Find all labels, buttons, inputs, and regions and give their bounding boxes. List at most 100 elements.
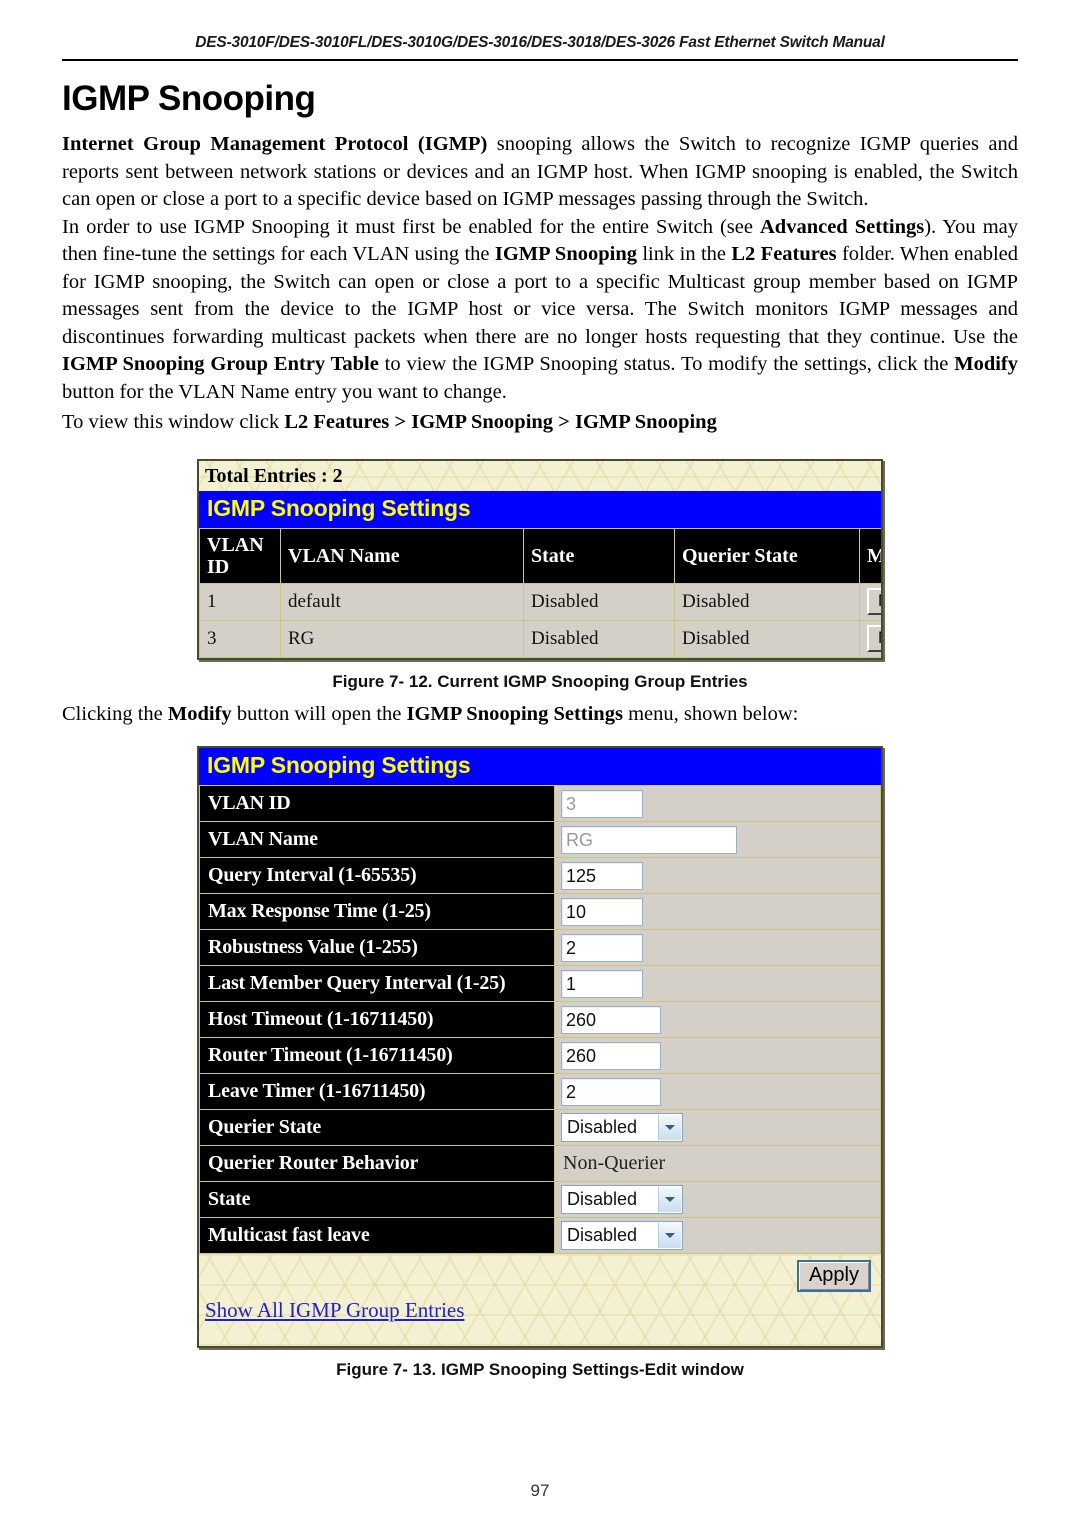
form-row-querier-state: Querier State Disabled — [199, 1109, 881, 1146]
chevron-down-icon[interactable] — [658, 1223, 681, 1248]
p2-seg-f: button for the VLAN Name entry you want … — [62, 380, 507, 403]
form-row-max-response-time: Max Response Time (1-25) 10 — [199, 893, 881, 930]
p2-bold-l2-features: L2 Features — [731, 243, 837, 265]
figure-caption-7-12: Figure 7- 12. Current IGMP Snooping Grou… — [332, 671, 748, 691]
state-select[interactable]: Disabled — [561, 1185, 683, 1214]
p2-seg-e: to view the IGMP Snooping status. To mod… — [378, 353, 955, 375]
cell-vlan-name: default — [280, 582, 524, 621]
multicast-fast-leave-select[interactable]: Disabled — [561, 1221, 683, 1250]
cell-state: Disabled — [523, 582, 675, 621]
query-interval-input[interactable]: 125 — [561, 861, 643, 890]
igmp-snooping-settings-form: VLAN ID 3 VLAN Name RG Query Interval (1… — [199, 785, 881, 1254]
cell-state: Disabled — [523, 619, 675, 658]
router-timeout-input[interactable]: 260 — [561, 1041, 661, 1070]
chevron-down-icon[interactable] — [658, 1115, 681, 1140]
chevron-down-icon[interactable] — [658, 1187, 681, 1212]
form-row-router-timeout: Router Timeout (1-16711450) 260 — [199, 1037, 881, 1074]
label-query-interval: Query Interval (1-65535) — [199, 857, 555, 894]
cell-vlan-id: 3 — [199, 619, 281, 658]
document-page: DES-3010F/DES-3010FL/DES-3010G/DES-3016/… — [0, 0, 1080, 1527]
entries-window-titlebar: IGMP Snooping Settings — [199, 490, 881, 528]
paragraph-intro-bold: Internet Group Management Protocol (IGMP… — [62, 133, 488, 155]
host-timeout-input[interactable]: 260 — [561, 1005, 661, 1034]
form-row-leave-timer: Leave Timer (1-16711450) 2 — [199, 1073, 881, 1110]
label-vlan-id: VLAN ID — [199, 785, 555, 822]
label-querier-state: Querier State — [199, 1109, 555, 1146]
form-row-vlan-id: VLAN ID 3 — [199, 785, 881, 822]
label-host-timeout: Host Timeout (1-16711450) — [199, 1001, 555, 1038]
querier-state-selected-value: Disabled — [567, 1117, 638, 1137]
modify-button[interactable]: Modify — [867, 625, 881, 652]
column-header-modify: Modify — [859, 527, 881, 584]
p2-seg-c: link in the — [636, 243, 732, 265]
paragraph-usage: In order to use IGMP Snooping it must fi… — [62, 214, 1018, 407]
robustness-value-input[interactable]: 2 — [561, 933, 643, 962]
clicking-seg-c: menu, shown below: — [622, 702, 799, 725]
label-multicast-fast-leave: Multicast fast leave — [199, 1217, 555, 1254]
querier-router-behavior-value: Non-Querier — [563, 1152, 666, 1174]
cell-vlan-name: RG — [280, 619, 524, 658]
label-leave-timer: Leave Timer (1-16711450) — [199, 1073, 555, 1110]
p2-bold-advanced-settings: Advanced Settings — [760, 215, 925, 238]
column-header-state: State — [523, 527, 675, 584]
label-router-timeout: Router Timeout (1-16711450) — [199, 1037, 555, 1074]
p2-bold-modify: Modify — [954, 353, 1018, 375]
page-title: IGMP Snooping — [62, 79, 316, 118]
p2-seg-a: In order to use IGMP Snooping it must fi… — [62, 215, 760, 238]
apply-button[interactable]: Apply — [796, 1260, 871, 1292]
igmp-snooping-settings-edit-window: IGMP Snooping Settings VLAN ID 3 VLAN Na… — [197, 746, 883, 1348]
table-row: 1 default Disabled Disabled Modify — [199, 582, 881, 621]
table-row: 3 RG Disabled Disabled Modify — [199, 619, 881, 658]
edit-window-titlebar: IGMP Snooping Settings — [199, 748, 881, 785]
header-divider — [62, 59, 1018, 61]
cell-querier-state: Disabled — [674, 582, 860, 621]
running-header: DES-3010F/DES-3010FL/DES-3010G/DES-3016/… — [195, 34, 885, 51]
nav-prefix: To view this window click — [62, 411, 285, 433]
column-header-querier-state: Querier State — [674, 527, 860, 584]
show-all-igmp-group-entries-link[interactable]: Show All IGMP Group Entries — [205, 1298, 464, 1322]
querier-state-select[interactable]: Disabled — [561, 1113, 683, 1142]
p2-bold-group-entry-table: IGMP Snooping Group Entry Table — [62, 353, 379, 375]
form-row-query-interval: Query Interval (1-65535) 125 — [199, 857, 881, 894]
cell-vlan-id: 1 — [199, 582, 281, 621]
column-header-vlan-name: VLAN Name — [280, 527, 524, 584]
form-row-last-member-query-interval: Last Member Query Interval (1-25) 1 — [199, 965, 881, 1002]
cell-modify: Modify — [859, 619, 881, 658]
clicking-seg-b: button will open the — [231, 702, 407, 725]
form-row-robustness-value: Robustness Value (1-255) 2 — [199, 929, 881, 966]
last-member-query-interval-input[interactable]: 1 — [561, 969, 643, 998]
nav-breadcrumb: L2 Features > IGMP Snooping > IGMP Snoop… — [284, 411, 717, 433]
navigation-path-line: To view this window click L2 Features > … — [62, 409, 1018, 437]
column-header-vlan-id: VLAN ID — [199, 527, 281, 584]
table-header-row: VLAN ID VLAN Name State Querier State Mo… — [199, 527, 881, 584]
max-response-time-input[interactable]: 10 — [561, 897, 643, 926]
vlan-id-input[interactable]: 3 — [561, 789, 643, 818]
label-state: State — [199, 1181, 555, 1218]
leave-timer-input[interactable]: 2 — [561, 1077, 661, 1106]
form-row-host-timeout: Host Timeout (1-16711450) 260 — [199, 1001, 881, 1038]
edit-window-footer: Apply Show All IGMP Group Entries — [199, 1254, 881, 1346]
multicast-fast-leave-selected-value: Disabled — [567, 1225, 638, 1245]
paragraph-clicking-modify: Clicking the Modify button will open the… — [62, 701, 1018, 729]
label-robustness-value: Robustness Value (1-255) — [199, 929, 555, 966]
label-querier-router-behavior: Querier Router Behavior — [199, 1145, 555, 1182]
page-number: 97 — [530, 1481, 550, 1500]
state-selected-value: Disabled — [567, 1189, 638, 1209]
label-last-member-query-interval: Last Member Query Interval (1-25) — [199, 965, 555, 1002]
total-entries-label: Total Entries : 2 — [205, 464, 343, 487]
clicking-seg-a: Clicking the — [62, 702, 168, 725]
vlan-name-input[interactable]: RG — [561, 825, 737, 854]
igmp-snooping-entries-table: VLAN ID VLAN Name State Querier State Mo… — [199, 527, 881, 658]
label-max-response-time: Max Response Time (1-25) — [199, 893, 555, 930]
modify-button[interactable]: Modify — [867, 588, 881, 615]
form-row-multicast-fast-leave: Multicast fast leave Disabled — [199, 1217, 881, 1254]
paragraph-intro: Internet Group Management Protocol (IGMP… — [62, 131, 1018, 214]
form-row-vlan-name: VLAN Name RG — [199, 821, 881, 858]
p2-bold-igmp-snooping: IGMP Snooping — [494, 243, 637, 265]
figure-caption-7-13: Figure 7- 13. IGMP Snooping Settings-Edi… — [336, 1360, 744, 1379]
form-row-state: State Disabled — [199, 1181, 881, 1218]
form-row-querier-router-behavior: Querier Router Behavior Non-Querier — [199, 1145, 881, 1182]
clicking-bold-settings: IGMP Snooping Settings — [406, 702, 623, 725]
cell-querier-state: Disabled — [674, 619, 860, 658]
igmp-snooping-entries-window: Total Entries : 2 IGMP Snooping Settings… — [197, 458, 883, 660]
